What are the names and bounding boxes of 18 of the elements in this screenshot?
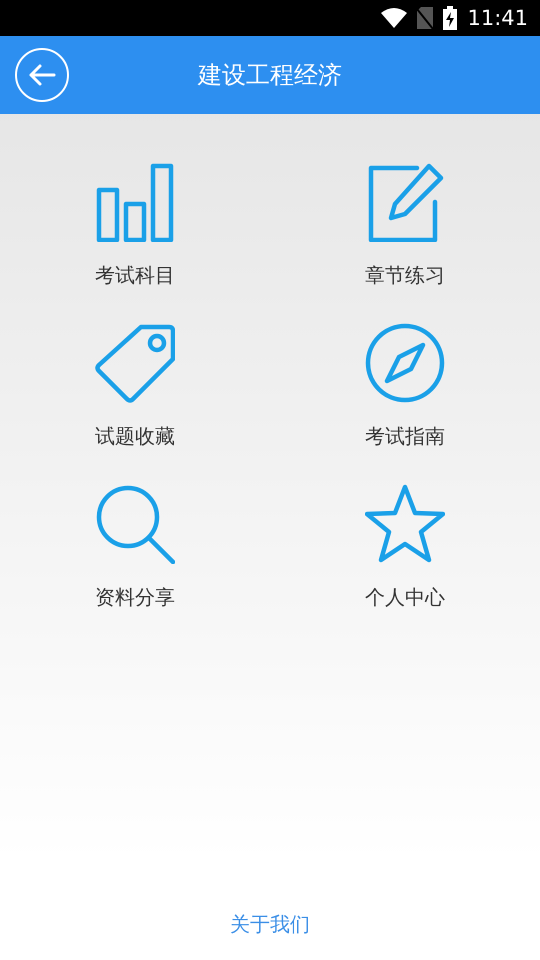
menu-label[interactable]: 考试科目 xyxy=(95,262,175,289)
menu-label[interactable]: 章节练习 xyxy=(365,262,445,289)
battery-charging-icon xyxy=(443,6,458,30)
page-title: 建设工程经济 xyxy=(198,60,342,91)
star-icon[interactable] xyxy=(365,484,445,564)
menu-label[interactable]: 个人中心 xyxy=(365,584,445,611)
tag-icon[interactable] xyxy=(95,323,175,403)
bar-chart-icon[interactable] xyxy=(95,162,175,242)
compass-icon[interactable] xyxy=(365,323,445,403)
menu-label[interactable]: 考试指南 xyxy=(365,423,445,450)
clock-time: 11:41 xyxy=(467,6,528,30)
arrow-icon xyxy=(28,63,56,87)
search-icon[interactable] xyxy=(95,484,175,564)
no-sim-icon xyxy=(417,7,434,29)
back-button[interactable] xyxy=(15,48,69,102)
menu-label[interactable]: 资料分享 xyxy=(95,584,175,611)
menu-label[interactable]: 试题收藏 xyxy=(95,423,175,450)
wifi-icon xyxy=(381,8,408,28)
